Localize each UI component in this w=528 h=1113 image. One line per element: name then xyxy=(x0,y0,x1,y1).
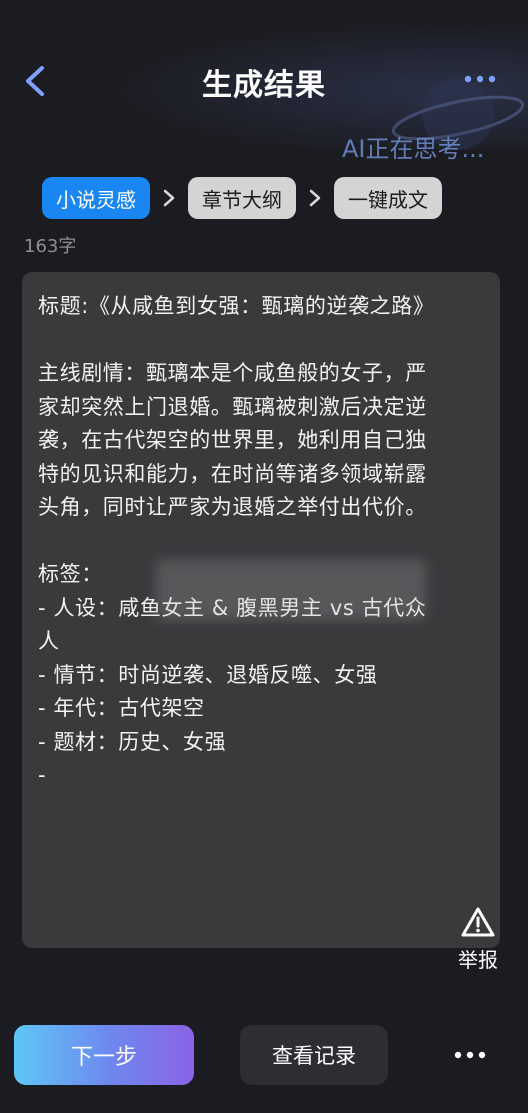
plot-line: 主线剧情：甄璃本是个咸鱼般的女子，严 xyxy=(38,361,427,385)
step-one-click-write[interactable]: 一键成文 xyxy=(334,177,442,219)
tag-line: - xyxy=(38,763,47,787)
page-title: 生成结果 xyxy=(202,68,326,103)
plot-line: 特的见识和能力，在时尚等诸多领域崭露 xyxy=(38,461,427,486)
report-button[interactable]: 举报 xyxy=(452,906,504,976)
next-step-button[interactable]: 下一步 xyxy=(14,1025,194,1085)
plot-line: 袭，在古代架空的世界里，她利用自己独 xyxy=(38,428,427,452)
tag-line: - 题材：历史、女强 xyxy=(38,729,227,754)
tag-line: - 情节：时尚逆袭、退婚反噬、女强 xyxy=(38,662,378,687)
tag-line: - 年代：古代架空 xyxy=(38,696,205,720)
more-dots-icon[interactable] xyxy=(450,1042,490,1068)
plot-line: 头角，同时让严家为退婚之举付出代价。 xyxy=(38,495,427,519)
ai-thinking-text: AI正在思考... xyxy=(342,135,485,163)
blurred-overlay xyxy=(156,560,426,620)
step-chapter-outline[interactable]: 章节大纲 xyxy=(188,177,296,219)
report-label: 举报 xyxy=(458,948,498,972)
tag-line: 人 xyxy=(38,629,60,653)
plot-line: 家却突然上门退婚。甄璃被刺激后决定逆 xyxy=(38,394,427,419)
more-dots-icon[interactable] xyxy=(462,66,498,92)
view-history-button[interactable]: 查看记录 xyxy=(240,1025,388,1085)
content-title-line: 标题:《从咸鱼到女强：甄璃的逆袭之路》 xyxy=(38,294,435,318)
step-progress: 小说灵感 章节大纲 一键成文 xyxy=(42,176,442,220)
chevron-right-icon xyxy=(150,177,188,219)
word-count: 163字 xyxy=(24,236,77,257)
warning-triangle-icon xyxy=(461,907,495,937)
chevron-right-icon xyxy=(296,177,334,219)
result-content: 标题:《从咸鱼到女强：甄璃的逆袭之路》 主线剧情：甄璃本是个咸鱼般的女子，严 家… xyxy=(38,290,486,793)
step-novel-inspiration[interactable]: 小说灵感 xyxy=(42,177,150,219)
